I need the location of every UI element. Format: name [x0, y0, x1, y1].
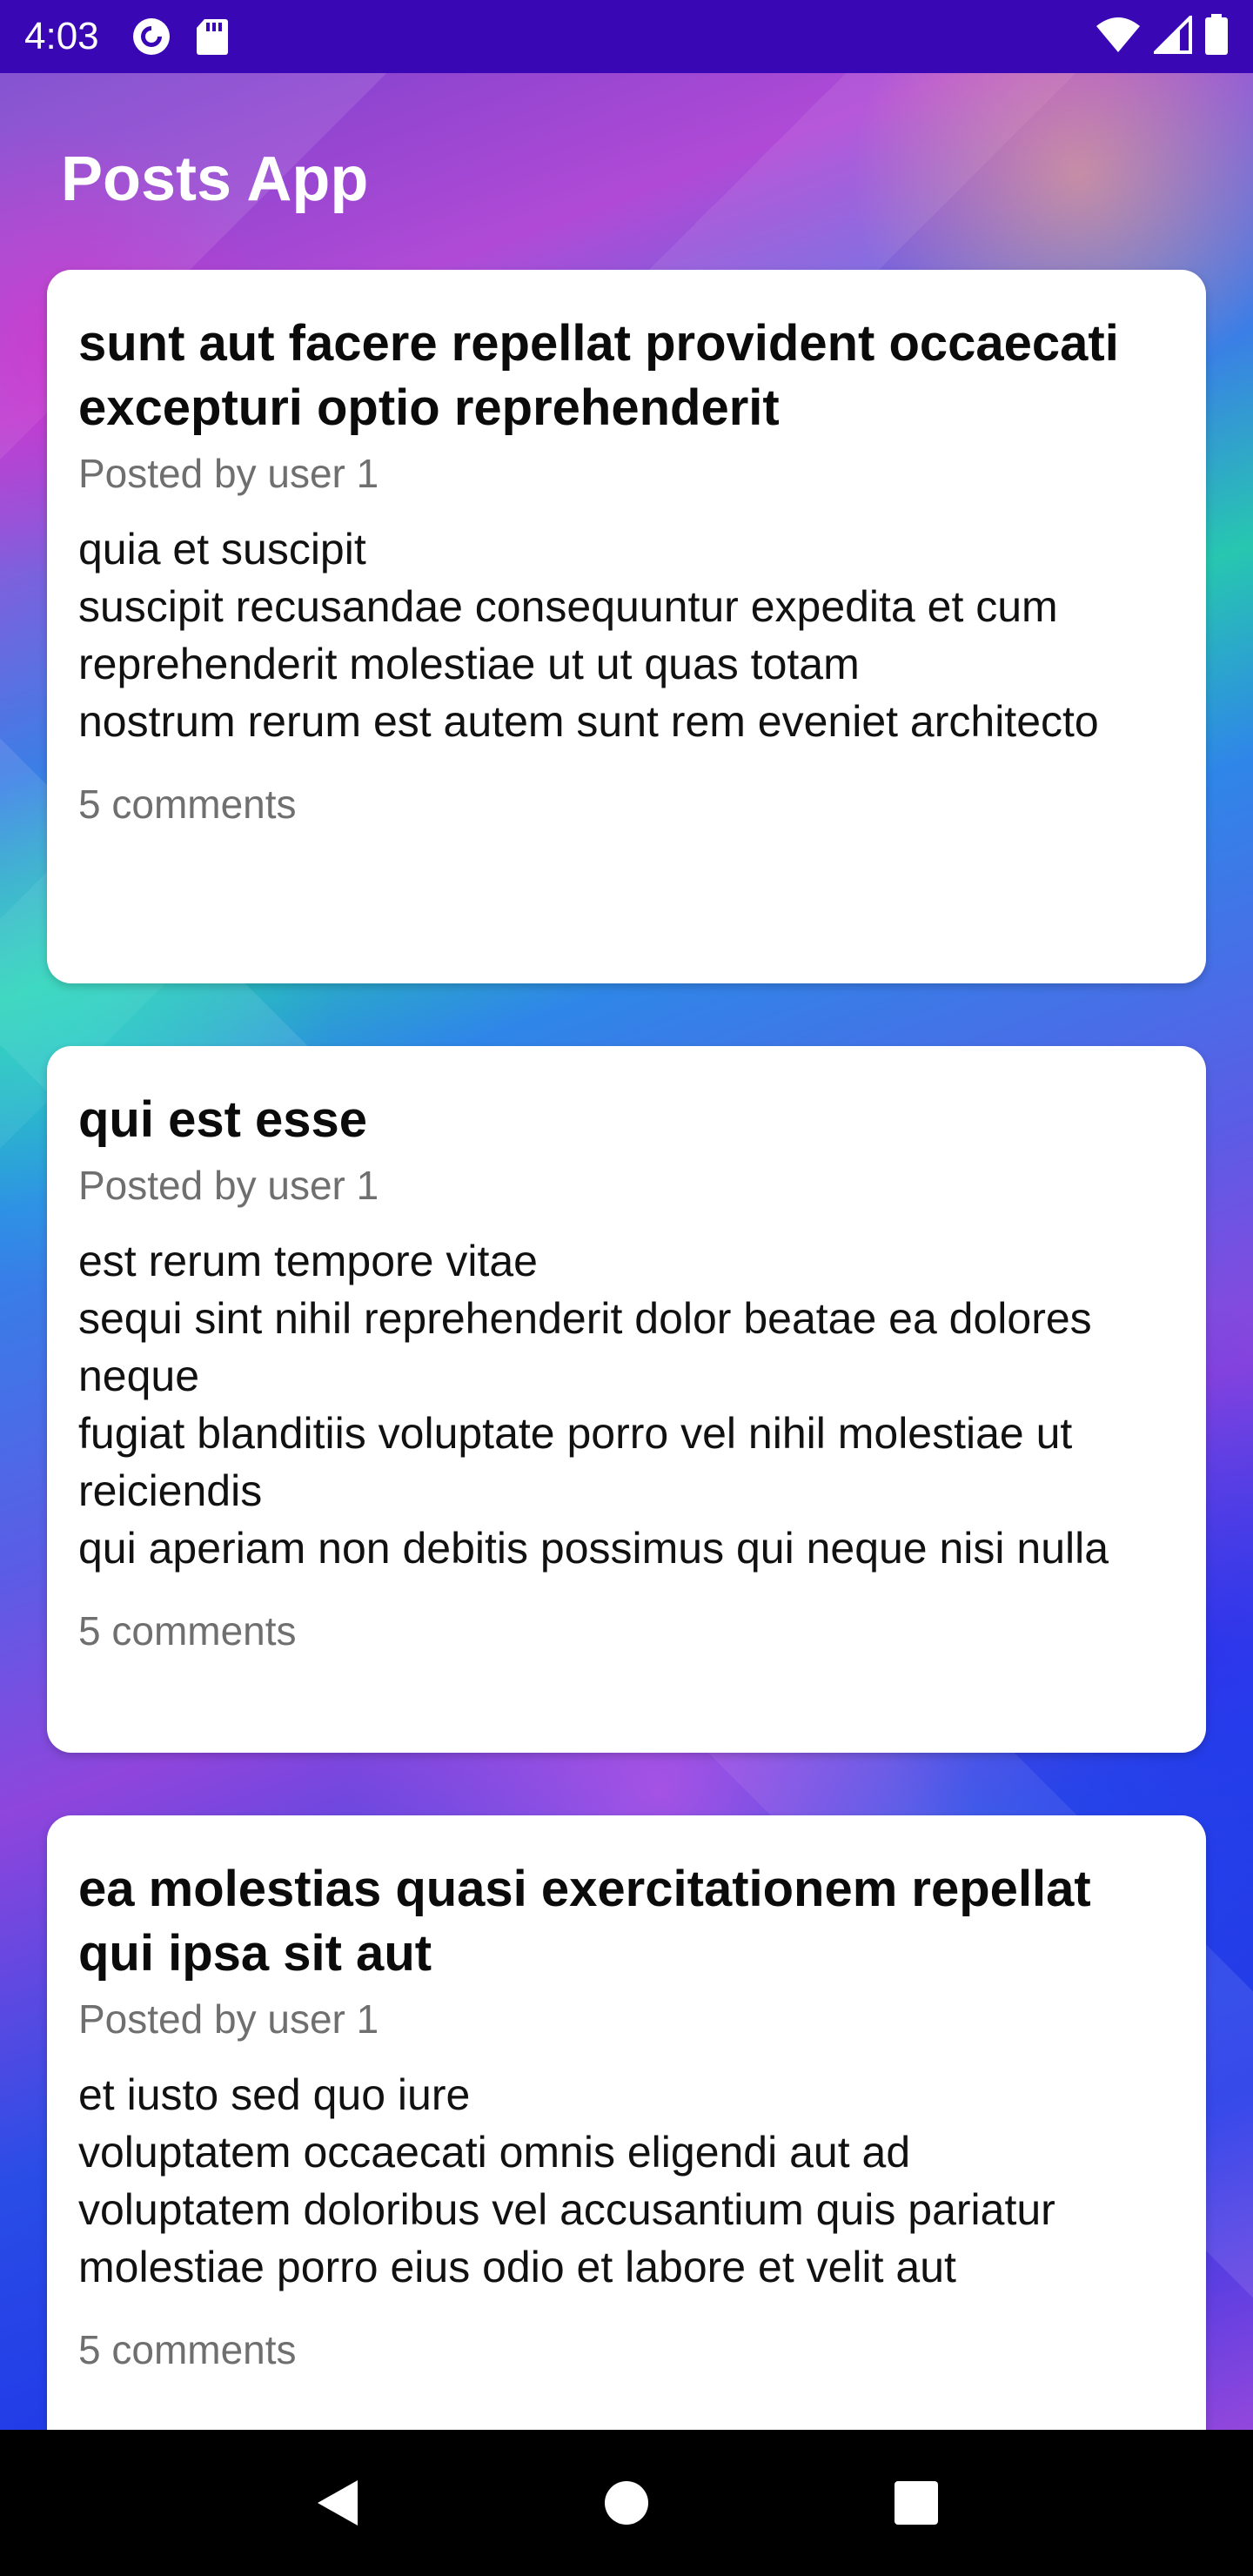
post-author: Posted by user 1: [78, 1996, 379, 2042]
status-bar: 4:03: [0, 0, 1253, 73]
back-icon: [317, 2480, 358, 2526]
sd-card-icon: [191, 16, 233, 57]
cellular-signal-icon: [1151, 12, 1192, 58]
app-title: Posts App: [61, 144, 369, 214]
post-comments-count[interactable]: 5 comments: [78, 2325, 1175, 2374]
post-title: qui est esse: [78, 1091, 368, 1148]
back-button[interactable]: [285, 2451, 389, 2555]
recents-button[interactable]: [864, 2451, 968, 2555]
home-button[interactable]: [574, 2451, 679, 2555]
post-author: Posted by user 1: [78, 1163, 379, 1208]
post-card[interactable]: ea molestias quasi exercitationem repell…: [47, 1815, 1206, 2477]
pocket-casts-icon: [131, 16, 172, 57]
post-comments-count[interactable]: 5 comments: [78, 780, 1175, 828]
recents-icon: [895, 2481, 939, 2525]
post-author: Posted by user 1: [78, 451, 379, 496]
wifi-icon: [1095, 16, 1142, 58]
status-time: 4:03: [24, 15, 99, 57]
post-body: quia et suscipit suscipit recusandae con…: [78, 525, 1099, 746]
battery-icon: [1204, 13, 1229, 60]
post-body: et iusto sed quo iure voluptatem occaeca…: [78, 2070, 1055, 2291]
post-title: ea molestias quasi exercitationem repell…: [78, 1861, 1091, 1982]
navigation-bar: [0, 2430, 1253, 2576]
home-icon: [604, 2481, 648, 2525]
status-right-icons: [1095, 12, 1229, 60]
post-card[interactable]: sunt aut facere repellat provident occae…: [47, 270, 1206, 983]
post-card[interactable]: qui est esse Posted by user 1 est rerum …: [47, 1046, 1206, 1753]
post-title: sunt aut facere repellat provident occae…: [78, 315, 1119, 436]
post-body: est rerum tempore vitae sequi sint nihil…: [78, 1237, 1109, 1573]
post-comments-count[interactable]: 5 comments: [78, 1607, 1175, 1655]
